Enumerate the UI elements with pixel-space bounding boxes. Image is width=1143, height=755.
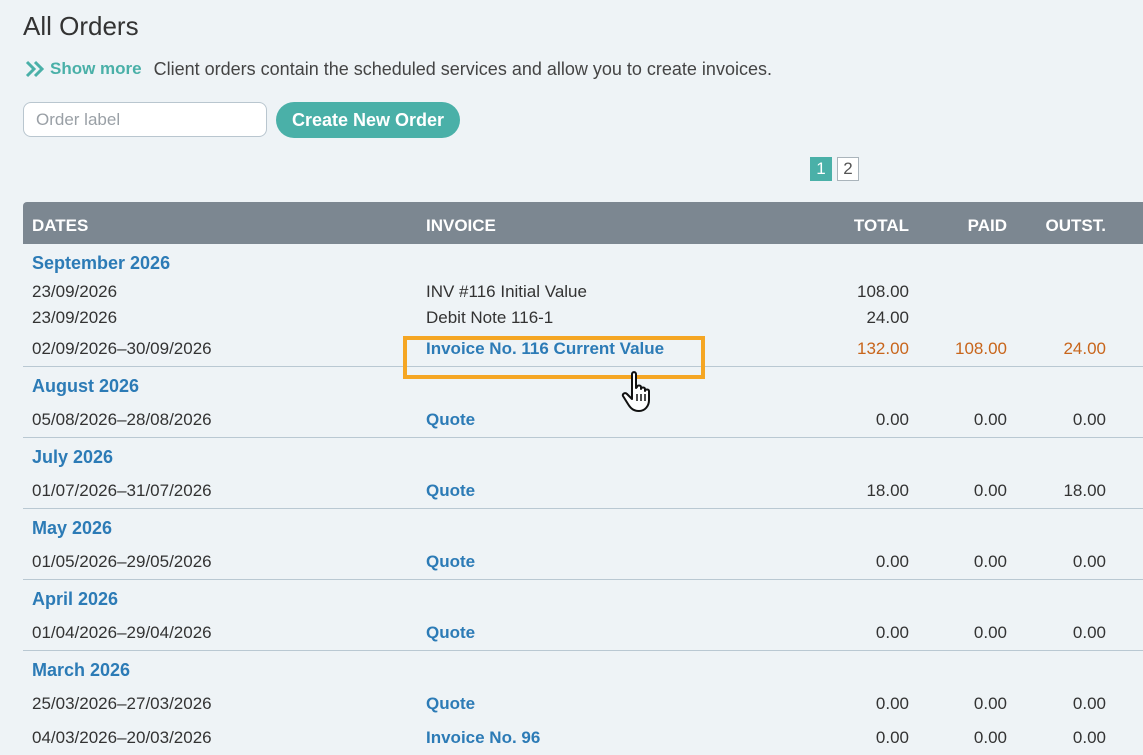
- row-dates: 04/03/2026–20/03/2026: [32, 728, 212, 747]
- row-dates: 01/05/2026–29/05/2026: [32, 552, 212, 571]
- row-invoice: INV #116 Initial Value: [426, 282, 587, 301]
- header-dates[interactable]: DATES: [32, 216, 88, 236]
- row-dates: 01/04/2026–29/04/2026: [32, 623, 212, 642]
- row-total: 18.00: [866, 481, 909, 500]
- page-1-button[interactable]: 1: [810, 157, 832, 181]
- header-total[interactable]: TOTAL: [854, 216, 909, 236]
- order-label-input[interactable]: [23, 102, 267, 137]
- row-dates: 02/09/2026–30/09/2026: [32, 339, 212, 358]
- row-total: 108.00: [857, 282, 909, 301]
- row-paid: 0.00: [973, 694, 1007, 713]
- row-outst: 0.00: [1072, 552, 1106, 571]
- month-heading: July 2026: [23, 438, 1143, 474]
- table-row: 01/05/2026–29/05/2026 Quote 0.00 0.00 0.…: [23, 545, 1143, 579]
- table-row: 23/09/2026 Debit Note 116-1 24.00: [23, 306, 1143, 332]
- month-group: May 2026 01/05/2026–29/05/2026 Quote 0.0…: [23, 509, 1143, 580]
- month-group: March 2026 25/03/2026–27/03/2026 Quote 0…: [23, 651, 1143, 755]
- month-group: April 2026 01/04/2026–29/04/2026 Quote 0…: [23, 580, 1143, 651]
- month-label: May 2026: [32, 518, 113, 538]
- table-row: 01/07/2026–31/07/2026 Quote 18.00 0.00 1…: [23, 474, 1143, 508]
- double-chevron-right-icon[interactable]: [24, 59, 46, 79]
- row-paid: 0.00: [973, 481, 1007, 500]
- month-heading: April 2026: [23, 580, 1143, 616]
- row-paid: 0.00: [973, 728, 1007, 747]
- row-total: 0.00: [875, 728, 909, 747]
- header-invoice[interactable]: INVOICE: [426, 216, 496, 236]
- table-row: 23/09/2026 INV #116 Initial Value 108.00: [23, 280, 1143, 306]
- row-total: 0.00: [875, 410, 909, 429]
- month-heading: September 2026: [23, 244, 1143, 280]
- table-row: 02/09/2026–30/09/2026 Invoice No. 116 Cu…: [23, 332, 1143, 366]
- table-row: 25/03/2026–27/03/2026 Quote 0.00 0.00 0.…: [23, 687, 1143, 721]
- intro-bar: Show more Client orders contain the sche…: [24, 57, 772, 81]
- create-new-order-button[interactable]: Create New Order: [276, 102, 460, 138]
- invoice-link[interactable]: Invoice No. 96: [426, 728, 540, 748]
- month-heading: May 2026: [23, 509, 1143, 545]
- row-invoice: Debit Note 116-1: [426, 308, 554, 327]
- month-group: September 2026 23/09/2026 INV #116 Initi…: [23, 244, 1143, 367]
- row-outst: 0.00: [1072, 410, 1106, 429]
- row-paid: 108.00: [955, 339, 1007, 358]
- row-outst: 24.00: [1063, 339, 1106, 358]
- row-paid: 0.00: [973, 623, 1007, 642]
- row-dates: 23/09/2026: [32, 282, 118, 301]
- invoice-link[interactable]: Invoice No. 116 Current Value: [426, 339, 664, 359]
- page-title: All Orders: [23, 11, 139, 41]
- month-label: April 2026: [32, 589, 119, 609]
- month-label: August 2026: [32, 376, 140, 396]
- month-heading: August 2026: [23, 367, 1143, 403]
- row-dates: 01/07/2026–31/07/2026: [32, 481, 212, 500]
- header-outst[interactable]: OUTST.: [1046, 216, 1106, 236]
- month-group: August 2026 05/08/2026–28/08/2026 Quote …: [23, 367, 1143, 438]
- row-total: 0.00: [875, 552, 909, 571]
- show-more-link[interactable]: Show more: [50, 59, 142, 79]
- orders-table: DATES INVOICE TOTAL PAID OUTST. Septembe…: [23, 202, 1143, 755]
- invoice-link[interactable]: Quote: [426, 481, 475, 501]
- row-outst: 18.00: [1063, 481, 1106, 500]
- invoice-link[interactable]: Quote: [426, 410, 475, 430]
- row-outst: 0.00: [1072, 694, 1106, 713]
- row-outst: 0.00: [1072, 623, 1106, 642]
- page-2-button[interactable]: 2: [837, 157, 859, 181]
- header-paid[interactable]: PAID: [968, 216, 1007, 236]
- invoice-link[interactable]: Quote: [426, 694, 475, 714]
- table-row: 01/04/2026–29/04/2026 Quote 0.00 0.00 0.…: [23, 616, 1143, 650]
- row-total: 24.00: [866, 308, 909, 327]
- invoice-link[interactable]: Quote: [426, 623, 475, 643]
- row-total: 0.00: [875, 623, 909, 642]
- month-group: July 2026 01/07/2026–31/07/2026 Quote 18…: [23, 438, 1143, 509]
- row-dates: 25/03/2026–27/03/2026: [32, 694, 212, 713]
- row-paid: 0.00: [973, 410, 1007, 429]
- table-row: 04/03/2026–20/03/2026 Invoice No. 96 0.0…: [23, 721, 1143, 755]
- row-dates: 05/08/2026–28/08/2026: [32, 410, 212, 429]
- intro-text: Client orders contain the scheduled serv…: [153, 58, 772, 79]
- month-heading: March 2026: [23, 651, 1143, 687]
- row-dates: 23/09/2026: [32, 308, 118, 327]
- month-label: July 2026: [32, 447, 114, 467]
- table-row: 05/08/2026–28/08/2026 Quote 0.00 0.00 0.…: [23, 403, 1143, 437]
- row-total: 132.00: [857, 339, 909, 358]
- month-label: September 2026: [32, 253, 171, 273]
- row-total: 0.00: [875, 694, 909, 713]
- month-label: March 2026: [32, 660, 131, 680]
- row-outst: 0.00: [1072, 728, 1106, 747]
- row-paid: 0.00: [973, 552, 1007, 571]
- table-header: DATES INVOICE TOTAL PAID OUTST.: [23, 202, 1143, 244]
- invoice-link[interactable]: Quote: [426, 552, 475, 572]
- pagination: 1 2: [810, 157, 859, 181]
